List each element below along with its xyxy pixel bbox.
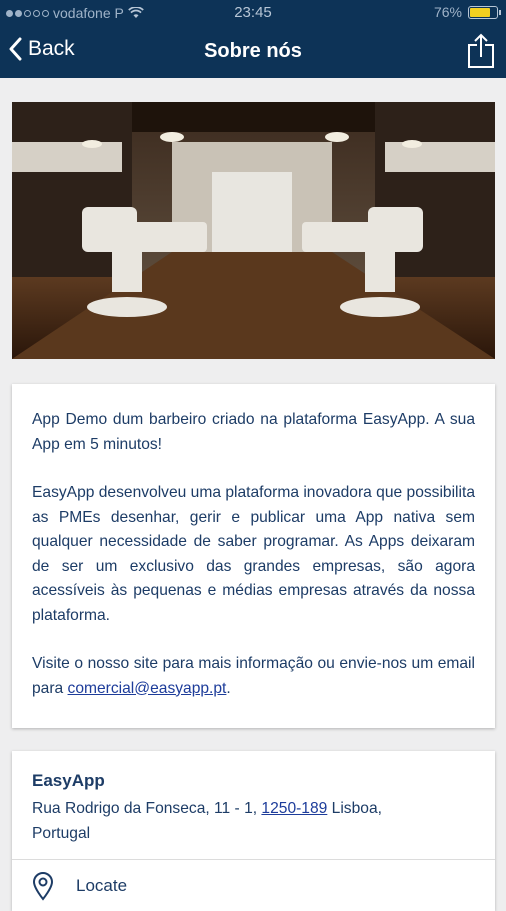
divider — [12, 859, 495, 860]
about-paragraph-1: App Demo dum barbeiro criado na platafor… — [32, 411, 475, 453]
address-street: Rua Rodrigo da Fonseca, 11 - 1, — [32, 800, 262, 817]
about-card: App Demo dum barbeiro criado na platafor… — [12, 384, 495, 728]
battery-icon — [468, 5, 501, 19]
contact-card: EasyApp Rua Rodrigo da Fonseca, 11 - 1, … — [12, 751, 495, 911]
locate-button[interactable]: Locate — [32, 871, 127, 901]
email-link[interactable]: comercial@easyapp.pt — [68, 680, 227, 697]
locate-label: Locate — [76, 876, 128, 895]
battery-percent: 76% — [433, 4, 462, 20]
battery-info: 76% — [433, 4, 501, 20]
status-bar: vodafone P 23:45 76% — [0, 0, 506, 27]
navigation-bar: Back Sobre nós — [0, 27, 506, 78]
about-paragraph-2: EasyApp desenvolveu uma plataforma inova… — [32, 484, 475, 624]
address-country: Portugal — [32, 825, 91, 842]
barbershop-photo — [12, 102, 495, 359]
company-address: Rua Rodrigo da Fonseca, 11 - 1, 1250-189… — [32, 796, 472, 846]
page-title: Sobre nós — [204, 40, 302, 62]
postal-code-link[interactable]: 1250-189 — [261, 800, 327, 817]
about-paragraph-3: Visite o nosso site para mais informação… — [32, 652, 475, 701]
battery-fill — [470, 7, 490, 17]
map-pin-icon — [32, 872, 54, 901]
company-name: EasyApp — [32, 771, 105, 790]
address-city: Lisboa, — [327, 800, 382, 817]
contact-invite-end: . — [226, 679, 231, 697]
share-icon[interactable] — [466, 33, 496, 69]
clock: 23:45 — [234, 4, 272, 21]
